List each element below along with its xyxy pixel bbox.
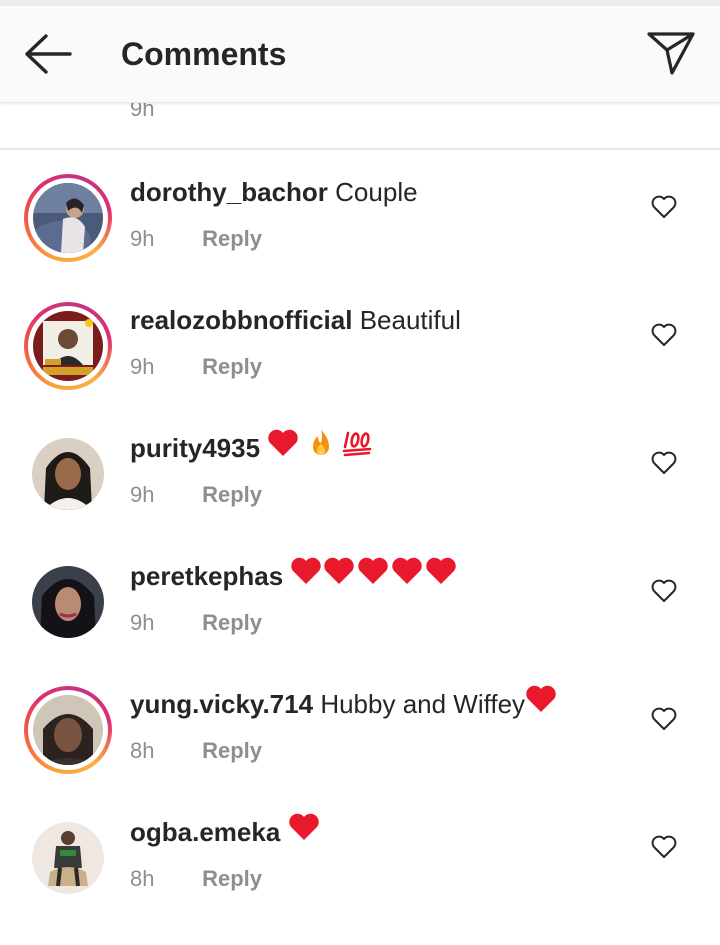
red-heart-emoji bbox=[290, 556, 322, 594]
heart-outline-icon bbox=[651, 323, 677, 346]
status-strip bbox=[0, 0, 720, 6]
heart-outline-icon bbox=[651, 579, 677, 602]
reply-button[interactable]: Reply bbox=[202, 226, 262, 251]
comment-time: 9h bbox=[130, 482, 155, 507]
comment-time: 9h bbox=[130, 226, 155, 251]
comment-text: realozobbnofficial Beautiful bbox=[130, 303, 461, 337]
comment-meta: 8h Reply bbox=[130, 864, 262, 894]
like-button[interactable] bbox=[650, 194, 678, 220]
avatar[interactable] bbox=[24, 302, 112, 390]
comment-row: dorothy_bachor Couple 9h Reply bbox=[0, 168, 720, 296]
profile-photo bbox=[32, 566, 104, 638]
comment-time: 9h bbox=[130, 610, 155, 635]
username-link[interactable]: realozobbnofficial bbox=[130, 305, 352, 335]
red-heart-emoji bbox=[356, 556, 390, 594]
app-header: Comments bbox=[0, 0, 720, 103]
comment-text: yung.vicky.714 Hubby and Wiffey bbox=[130, 684, 557, 722]
reply-button[interactable]: Reply bbox=[202, 866, 262, 891]
avatar[interactable] bbox=[24, 558, 112, 646]
profile-photo bbox=[33, 695, 103, 765]
profile-photo bbox=[33, 183, 103, 253]
like-button[interactable] bbox=[650, 834, 678, 860]
avatar[interactable] bbox=[24, 174, 112, 262]
reply-button[interactable]: Reply bbox=[202, 738, 262, 763]
hundred-points-emoji bbox=[342, 428, 374, 466]
comment-body: Couple bbox=[335, 177, 418, 207]
reply-button[interactable]: Reply bbox=[202, 354, 262, 379]
direct-message-button[interactable] bbox=[644, 28, 698, 78]
reply-button[interactable]: Reply bbox=[202, 482, 262, 507]
comment-body: Hubby and Wiffey bbox=[320, 689, 526, 719]
fire-emoji bbox=[307, 428, 335, 466]
comment-meta: 9h Reply bbox=[130, 224, 262, 254]
comment-text: ogba.emeka bbox=[130, 812, 320, 850]
comment-meta: 8h Reply bbox=[130, 736, 262, 766]
profile-photo bbox=[32, 822, 104, 894]
paper-plane-icon bbox=[647, 32, 695, 75]
comment-time: 8h bbox=[130, 866, 155, 891]
profile-photo bbox=[32, 438, 104, 510]
heart-outline-icon bbox=[651, 835, 677, 858]
comment-time: 9h bbox=[130, 354, 155, 379]
red-heart-emoji bbox=[390, 556, 424, 594]
avatar[interactable] bbox=[24, 814, 112, 902]
comment-row: yung.vicky.714 Hubby and Wiffey 8h Reply bbox=[0, 680, 720, 808]
comments-divider bbox=[0, 148, 720, 150]
red-heart-emoji bbox=[525, 684, 557, 722]
red-heart-emoji bbox=[288, 812, 320, 850]
profile-photo bbox=[33, 311, 103, 381]
heart-outline-icon bbox=[651, 451, 677, 474]
comment-text: purity4935 bbox=[130, 428, 374, 466]
comment-time: 8h bbox=[130, 738, 155, 763]
avatar[interactable] bbox=[24, 430, 112, 518]
comment-text: peretkephas bbox=[130, 556, 458, 594]
like-button[interactable] bbox=[650, 578, 678, 604]
heart-outline-icon bbox=[651, 707, 677, 730]
comment-row: purity4935 9h Reply bbox=[0, 424, 720, 552]
like-button[interactable] bbox=[650, 450, 678, 476]
comment-meta: 9h Reply bbox=[130, 352, 262, 382]
username-link[interactable]: peretkephas bbox=[130, 561, 283, 591]
comment-meta: 9h Reply bbox=[130, 608, 262, 638]
like-button[interactable] bbox=[650, 322, 678, 348]
comment-body: Beautiful bbox=[359, 305, 461, 335]
username-link[interactable]: dorothy_bachor bbox=[130, 177, 328, 207]
comment-row: realozobbnofficial Beautiful 9h Reply bbox=[0, 296, 720, 424]
avatar[interactable] bbox=[24, 686, 112, 774]
comment-meta: 9h Reply bbox=[130, 480, 262, 510]
arrow-left-icon bbox=[25, 34, 72, 74]
reply-button[interactable]: Reply bbox=[202, 610, 262, 635]
page-title: Comments bbox=[121, 36, 287, 72]
red-heart-emoji bbox=[424, 556, 458, 594]
like-button[interactable] bbox=[650, 706, 678, 732]
comment-text: dorothy_bachor Couple bbox=[130, 175, 418, 209]
back-button[interactable] bbox=[20, 30, 76, 78]
comment-row: ogba.emeka 8h Reply bbox=[0, 808, 720, 936]
username-link[interactable]: ogba.emeka bbox=[130, 817, 280, 847]
heart-outline-icon bbox=[651, 195, 677, 218]
red-heart-emoji bbox=[322, 556, 356, 594]
comment-row: peretkephas 9h Reply bbox=[0, 552, 720, 680]
username-link[interactable]: purity4935 bbox=[130, 433, 260, 463]
username-link[interactable]: yung.vicky.714 bbox=[130, 689, 313, 719]
red-heart-emoji bbox=[267, 428, 299, 466]
